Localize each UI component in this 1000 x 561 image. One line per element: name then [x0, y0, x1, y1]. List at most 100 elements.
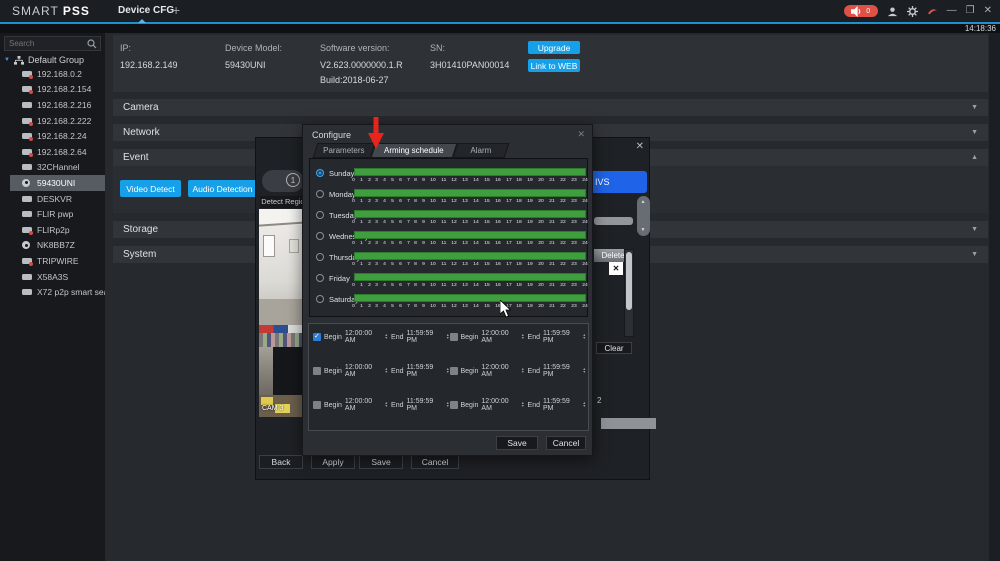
begin-time-input[interactable]: 12:00:00 AM ▲▼ [481, 330, 524, 344]
alarm-counter-pill[interactable]: 0 [844, 5, 878, 17]
device-list-item[interactable]: 32CHannel [0, 160, 105, 176]
device-list-item[interactable]: 192.168.2.24 [0, 128, 105, 144]
day-radio[interactable] [316, 274, 324, 282]
delete-row-icon[interactable]: ✕ [609, 262, 623, 275]
sensitivity-slider[interactable] [594, 217, 633, 225]
hour-tick: 2 [368, 177, 371, 182]
armed-timeline-bar[interactable] [354, 168, 586, 176]
device-list-item[interactable]: 192.168.2.154 [0, 82, 105, 98]
save-button[interactable]: Save [359, 455, 403, 469]
video-detect-button[interactable]: Video Detect [120, 180, 181, 197]
begin-time-input[interactable]: 12:00:00 AM ▲▼ [481, 364, 524, 378]
period-checkbox[interactable] [450, 367, 458, 375]
minimize-button[interactable]: — [947, 6, 957, 16]
device-list-item[interactable]: TRIPWIRE [0, 253, 105, 269]
spinner-arrows[interactable]: ▲▼ [521, 402, 525, 408]
end-time-input[interactable]: 11:59:59 PM ▲▼ [407, 330, 450, 344]
period-checkbox[interactable] [450, 333, 458, 341]
dialog-save-button[interactable]: Save [496, 436, 538, 450]
begin-time-input[interactable]: 12:00:00 AM ▲▼ [345, 398, 388, 412]
search-icon[interactable] [87, 39, 97, 49]
partial-text: 2 [597, 396, 601, 405]
armed-timeline-bar[interactable] [354, 252, 586, 260]
begin-time-input[interactable]: 12:00:00 AM ▲▼ [345, 364, 388, 378]
end-time-input[interactable]: 11:59:59 PM ▲▼ [407, 364, 450, 378]
armed-timeline-bar[interactable] [354, 210, 586, 218]
spinner-arrows[interactable]: ▲▼ [582, 368, 586, 374]
end-time-input[interactable]: 11:59:59 PM ▲▼ [543, 398, 586, 412]
device-list-item[interactable]: 192.168.2.216 [0, 97, 105, 113]
period-checkbox[interactable] [313, 401, 321, 409]
dialog-cancel-button[interactable]: Cancel [546, 436, 586, 450]
device-list-item[interactable]: 192.168.2.64 [0, 144, 105, 160]
day-radio[interactable] [316, 232, 324, 240]
period-checkbox[interactable] [313, 333, 321, 341]
device-list-item[interactable]: FLIR pwp [0, 206, 105, 222]
cancel-button[interactable]: Cancel [411, 455, 459, 469]
armed-timeline-bar[interactable] [354, 189, 586, 197]
section-camera[interactable]: Camera▼ [113, 99, 988, 116]
search-box[interactable] [4, 36, 101, 51]
scrollbar-track[interactable] [989, 33, 1000, 561]
armed-timeline-bar[interactable] [354, 294, 586, 302]
spinner-arrows[interactable]: ▲▼ [582, 334, 586, 340]
close-icon[interactable]: ✕ [577, 129, 585, 140]
audio-detection-button[interactable]: Audio Detection [188, 180, 257, 197]
close-button[interactable]: ✕ [984, 6, 992, 16]
device-list-item[interactable]: 192.168.2.222 [0, 113, 105, 129]
apply-button[interactable]: Apply [311, 455, 355, 469]
gear-icon[interactable] [907, 6, 918, 17]
begin-time-input[interactable]: 12:00:00 AM ▲▼ [481, 398, 524, 412]
device-group[interactable]: ▼ Default Group [4, 55, 84, 65]
hour-tick: 22 [560, 177, 566, 182]
spinner-arrows[interactable]: ▲▼ [384, 402, 388, 408]
region-selector[interactable]: 1 [262, 170, 304, 192]
hour-tick: 17 [506, 240, 512, 245]
user-icon[interactable] [887, 6, 898, 17]
begin-time-input[interactable]: 12:00:00 AM ▲▼ [345, 330, 388, 344]
spinner-arrows[interactable]: ▲▼ [521, 334, 525, 340]
end-time-input[interactable]: 11:59:59 PM ▲▼ [543, 330, 586, 344]
end-time-input[interactable]: 11:59:59 PM ▲▼ [407, 398, 450, 412]
restore-button[interactable]: ❐ [966, 6, 975, 16]
hour-tick: 19 [528, 219, 534, 224]
new-tab-button[interactable]: + [172, 2, 180, 18]
day-radio[interactable] [316, 169, 324, 177]
spinner-arrows[interactable]: ▲▼ [384, 368, 388, 374]
tab-alarm[interactable]: Alarm [453, 143, 510, 158]
hour-tick: 13 [462, 198, 468, 203]
day-radio[interactable] [316, 211, 324, 219]
back-button[interactable]: Back [259, 455, 303, 469]
device-list-item[interactable]: NK8BB7Z [0, 238, 105, 254]
device-list-item[interactable]: DESKVR [0, 191, 105, 207]
expander-icon[interactable]: ▼ [4, 57, 10, 63]
hour-tick: 4 [383, 219, 386, 224]
spinner-arrows[interactable]: ▲▼ [582, 402, 586, 408]
camera-preview[interactable]: CAM 3 [259, 209, 307, 417]
tab-device-cfg[interactable]: Device CFG [118, 5, 174, 16]
region-1-badge[interactable]: 1 [286, 173, 300, 187]
list-scrollbar[interactable] [624, 249, 634, 337]
clear-button[interactable]: Clear [596, 342, 632, 354]
close-icon[interactable]: ✕ [636, 141, 644, 152]
spinner-arrows[interactable]: ▲▼ [521, 368, 525, 374]
day-radio[interactable] [316, 190, 324, 198]
end-time-input[interactable]: 11:59:59 PM ▲▼ [543, 364, 586, 378]
upgrade-button[interactable]: Upgrade [528, 41, 580, 54]
link-to-web-button[interactable]: Link to WEB [528, 59, 580, 72]
armed-timeline-bar[interactable] [354, 231, 586, 239]
armed-timeline-bar[interactable] [354, 273, 586, 281]
period-checkbox[interactable] [450, 401, 458, 409]
spinner-arrows[interactable]: ▲▼ [384, 334, 388, 340]
device-list-item[interactable]: 192.168.0.2 [0, 66, 105, 82]
day-radio[interactable] [316, 295, 324, 303]
device-list-item[interactable]: FLIRp2p [0, 222, 105, 238]
device-list-item[interactable]: 59430UNI [10, 175, 105, 191]
day-radio[interactable] [316, 253, 324, 261]
device-list-item[interactable]: X72 p2p smart searc [0, 284, 105, 300]
search-input[interactable] [5, 39, 87, 48]
scroll-thumb[interactable] [626, 252, 632, 310]
device-list-item[interactable]: X58A3S [0, 269, 105, 285]
vertical-scrollbar[interactable] [637, 196, 650, 236]
period-checkbox[interactable] [313, 367, 321, 375]
